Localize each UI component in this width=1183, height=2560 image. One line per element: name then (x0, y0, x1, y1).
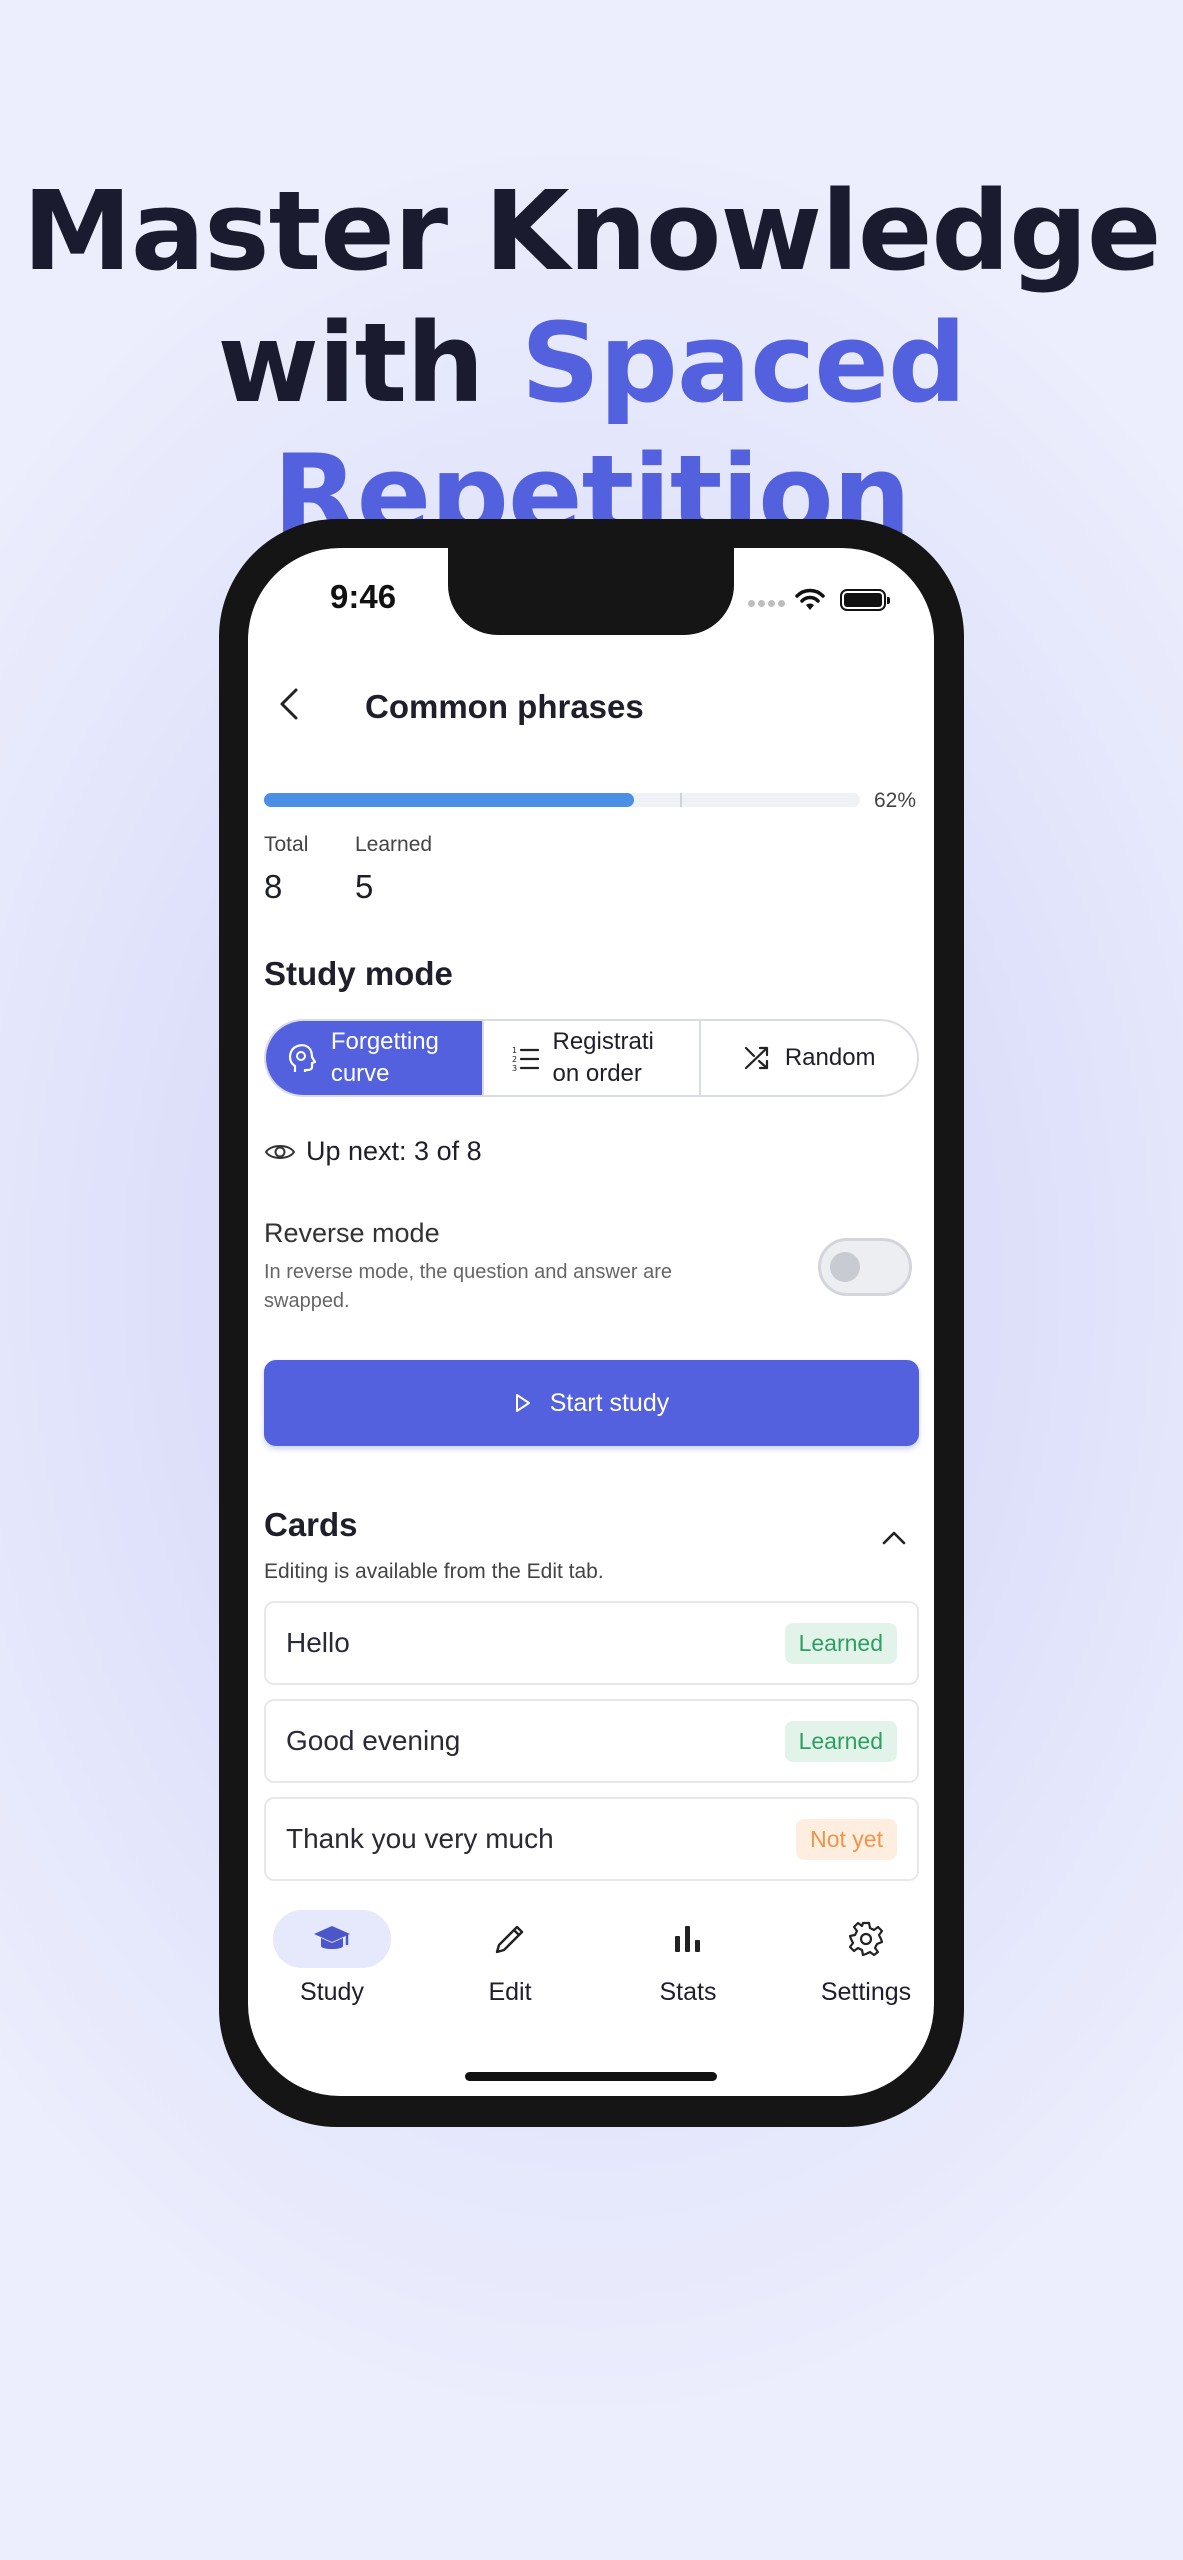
learned-label: Learned (355, 833, 433, 856)
page-title: Common phrases (365, 688, 644, 725)
tab-label: Stats (659, 1978, 717, 2006)
up-next: Up next: 3 of 8 (264, 1136, 482, 1167)
home-indicator (465, 2072, 717, 2081)
svg-text:1: 1 (512, 1046, 517, 1055)
progress-bar (264, 793, 860, 807)
notch (448, 548, 734, 635)
cards-subtitle: Editing is available from the Edit tab. (264, 1560, 604, 1583)
study-mode-label: Random (784, 1044, 876, 1071)
up-next-text: Up next: 3 of 8 (306, 1136, 482, 1166)
signal-dots-icon (748, 594, 788, 612)
start-study-button[interactable]: Start study (264, 1360, 919, 1446)
headline-prefix: with (217, 299, 521, 427)
study-mode-label: Forgetting curve (330, 1028, 439, 1087)
card-text: Good evening (286, 1725, 461, 1756)
svg-text:3: 3 (512, 1064, 517, 1072)
study-mode-registration-order[interactable]: 1 2 3 Registrati on order (484, 1021, 702, 1095)
tab-label: Study (300, 1978, 364, 2006)
play-icon (515, 1394, 530, 1412)
graduation-cap-icon (314, 1926, 350, 1949)
tab-stats[interactable]: Stats (608, 1910, 768, 2020)
wifi-icon (795, 588, 825, 610)
numbered-list-icon: 1 2 3 (512, 1046, 539, 1072)
gear-icon (848, 1921, 884, 1957)
status-time: 9:46 (330, 578, 397, 615)
start-study-label: Start study (549, 1388, 670, 1417)
total-label: Total (264, 833, 309, 856)
pencil-icon (495, 1925, 524, 1954)
tab-edit[interactable]: Edit (430, 1910, 590, 2020)
learned-value: 5 (355, 868, 374, 905)
chevron-up-icon[interactable] (880, 1528, 908, 1548)
eye-icon (264, 1144, 296, 1159)
reverse-mode-description: In reverse mode, the question and answer… (264, 1261, 673, 1312)
total-value: 8 (264, 868, 283, 905)
headline-line-1: Master Knowledge (22, 167, 1161, 295)
brain-head-icon (288, 1044, 316, 1072)
study-mode-selector: Forgetting curve 1 2 3 Registrati on ord… (264, 1019, 919, 1097)
card-row[interactable]: Good evening Learned (264, 1699, 919, 1783)
toggle-knob (830, 1252, 860, 1282)
status-badge: Learned (784, 1720, 897, 1762)
study-mode-random[interactable]: Random (701, 1021, 917, 1095)
card-text: Hello (286, 1627, 350, 1658)
progress-marker (680, 793, 682, 807)
svg-text:2: 2 (512, 1055, 517, 1064)
study-mode-title: Study mode (264, 955, 453, 992)
progress-percent: 62% (874, 789, 917, 812)
shuffle-icon (744, 1046, 768, 1070)
progress-fill (264, 793, 634, 807)
bar-chart-icon (675, 1926, 700, 1952)
status-badge: Learned (784, 1622, 897, 1664)
tab-label: Settings (820, 1978, 912, 2006)
cards-title: Cards (264, 1506, 358, 1543)
card-text: Thank you very much (286, 1823, 554, 1854)
phone-screen: 9:46 Common phrases 62% Total 8 Learned … (248, 548, 934, 2096)
reverse-mode-toggle[interactable] (818, 1238, 912, 1296)
chevron-left-icon[interactable] (270, 684, 310, 724)
study-mode-label: Registrati on order (552, 1028, 654, 1087)
reverse-mode-title: Reverse mode (264, 1218, 440, 1248)
status-badge: Not yet (796, 1818, 897, 1860)
tab-study[interactable]: Study (252, 1910, 412, 2020)
battery-icon (840, 589, 890, 611)
tab-settings[interactable]: Settings (786, 1910, 934, 2020)
headline: Master Knowledge with Spaced Repetition (0, 165, 1183, 561)
card-row[interactable]: Thank you very much Not yet (264, 1797, 919, 1881)
card-row[interactable]: Hello Learned (264, 1601, 919, 1685)
study-mode-forgetting-curve[interactable]: Forgetting curve (266, 1021, 484, 1095)
tab-label: Edit (488, 1978, 532, 2006)
